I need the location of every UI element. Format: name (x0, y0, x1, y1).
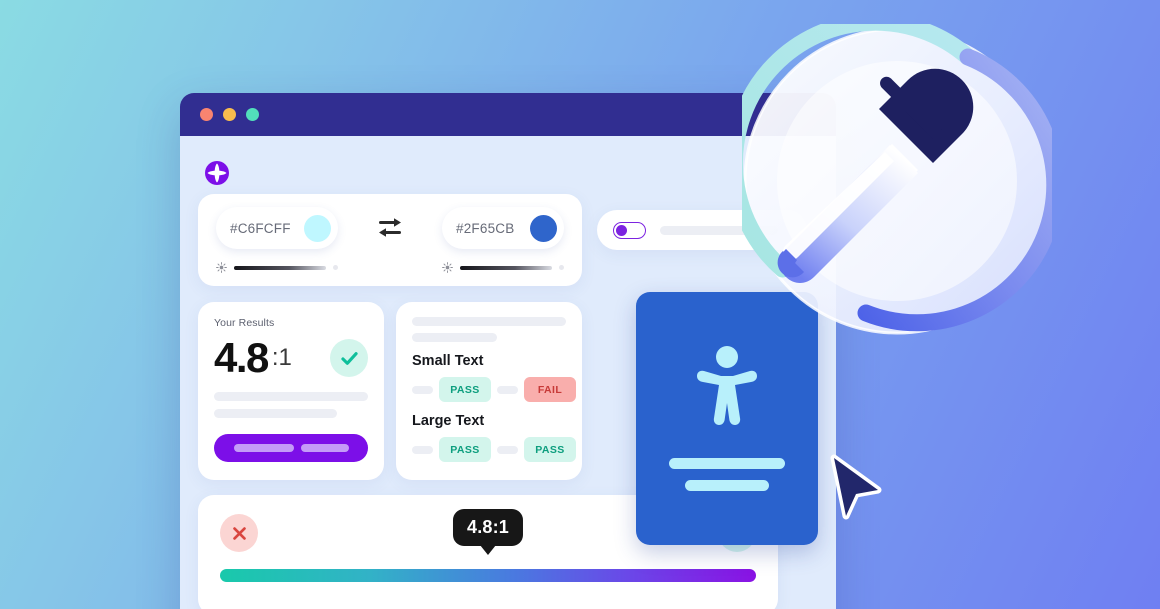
results-status-badge (330, 339, 368, 377)
app-logo-icon (202, 158, 232, 188)
swap-colors-button[interactable] (368, 215, 412, 241)
toggle-knob (616, 224, 627, 236)
check-icon (340, 351, 358, 365)
fail-indicator (220, 514, 258, 552)
placeholder-line (214, 392, 368, 401)
close-window-button[interactable] (200, 108, 213, 121)
placeholder-text-lines (214, 392, 368, 418)
criteria-level-placeholder (412, 385, 433, 394)
brightness-icon (442, 262, 453, 273)
brightness-slider-row (216, 262, 564, 273)
brightness-track[interactable] (460, 265, 552, 270)
results-card: Your Results 4.8 :1 (198, 302, 384, 480)
primary-action-button[interactable] (214, 434, 368, 462)
foreground-color-field[interactable]: #C6FCFF (216, 207, 338, 249)
criteria-result-tag: PASS (439, 377, 491, 402)
background-color-field[interactable]: #2F65CB (442, 207, 564, 249)
mouse-pointer-icon (830, 454, 882, 520)
criteria-level-placeholder (497, 445, 518, 454)
minimize-window-button[interactable] (223, 108, 236, 121)
background-brightness-slider[interactable] (442, 262, 564, 273)
maximize-window-button[interactable] (246, 108, 259, 121)
criteria-level-placeholder (412, 445, 433, 454)
foreground-hex-label: #C6FCFF (230, 220, 291, 236)
foreground-brightness-slider[interactable] (216, 262, 338, 273)
browser-viewport: #C6FCFF #2F65CB Your Results 4.8:1 Smal… (180, 136, 836, 609)
brightness-icon (216, 262, 227, 273)
preview-text-lines (669, 458, 785, 491)
background-color-swatch[interactable] (530, 214, 557, 242)
brightness-knob[interactable] (333, 265, 338, 270)
color-swatch-row: #C6FCFF #2F65CB (216, 207, 564, 249)
preview-line (685, 480, 769, 491)
button-label-placeholder (233, 444, 294, 452)
criteria-group-title: Small Text (412, 353, 484, 369)
preview-line (669, 458, 785, 469)
browser-window: #C6FCFF #2F65CB Your Results 4.8:1 Smal… (180, 93, 836, 609)
placeholder-line (412, 317, 566, 326)
criteria-group-title: Large Text (412, 413, 485, 429)
contrast-ratio-tooltip: 4.8:1 (452, 509, 524, 555)
criteria-group-row: PASS FAIL (412, 377, 576, 402)
app-header (198, 152, 818, 194)
mouse-cursor (826, 452, 886, 529)
brightness-track[interactable] (234, 265, 326, 270)
criteria-result-tag: PASS (439, 437, 491, 462)
results-title: Your Results (214, 317, 275, 329)
contrast-ratio-value: 4.8 (214, 334, 269, 381)
x-icon (232, 526, 246, 540)
browser-titlebar (180, 93, 836, 136)
eyedropper-magnifier (725, 13, 1064, 338)
background-hex-label: #2F65CB (456, 220, 515, 236)
brightness-knob[interactable] (559, 265, 564, 270)
placeholder-line (214, 409, 338, 418)
contrast-gradient-slider[interactable] (220, 569, 756, 582)
contrast-ratio-row: 4.8 :1 (214, 337, 368, 379)
criteria-result-tag: FAIL (524, 377, 576, 402)
criteria-level-placeholder (497, 385, 518, 394)
criteria-card: Small Text PASS FAIL Large Text PASS PAS… (396, 302, 582, 480)
criteria-result-tag: PASS (524, 437, 576, 462)
color-picker-card: #C6FCFF #2F65CB (198, 194, 582, 286)
foreground-color-swatch[interactable] (304, 214, 331, 242)
contrast-toggle[interactable] (613, 221, 646, 239)
top-row: #C6FCFF #2F65CB (198, 194, 818, 286)
accessibility-person-icon (697, 346, 757, 425)
placeholder-line (412, 333, 497, 342)
button-label-placeholder (300, 444, 349, 452)
criteria-group-row: PASS PASS (412, 437, 576, 462)
contrast-ratio-suffix: :1 (271, 344, 292, 371)
